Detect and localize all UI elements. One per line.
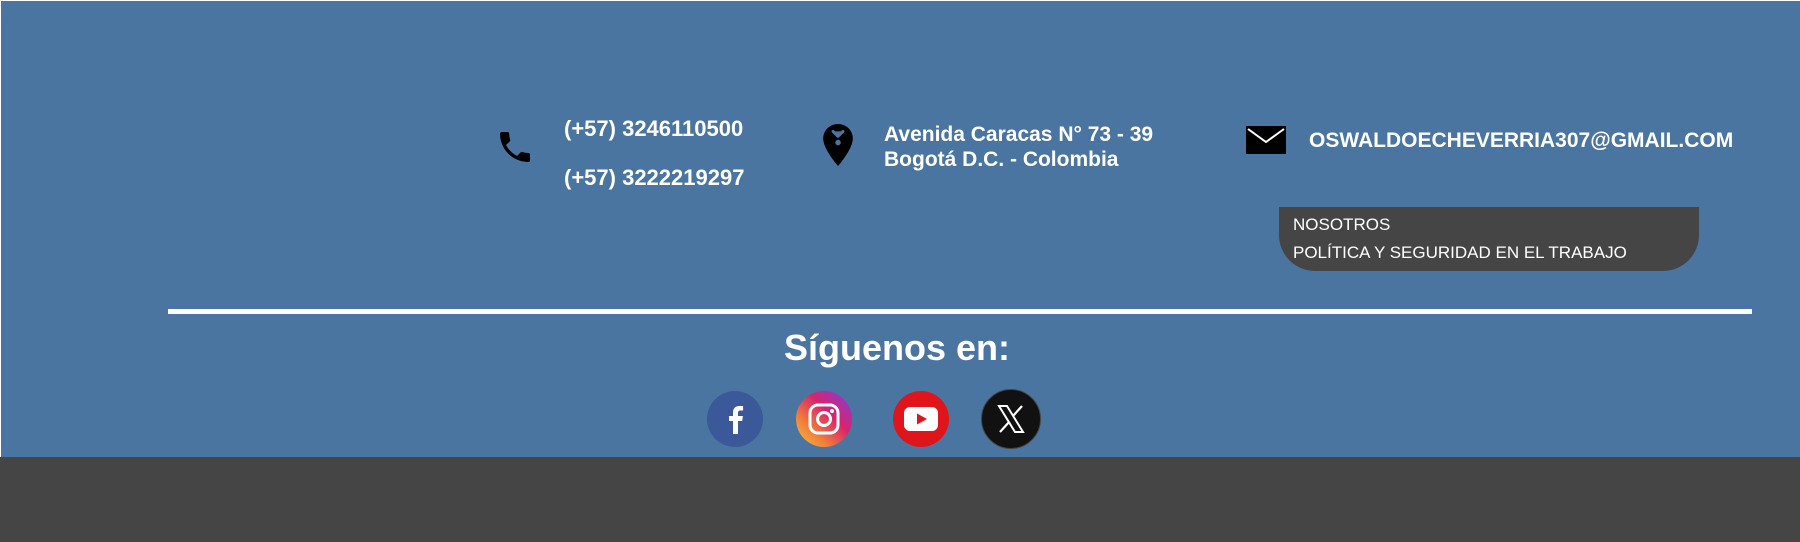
follow-heading-text: Síguenos en: [783,327,1011,368]
footer-menu: NOSOTROS POLÍTICA Y SEGURIDAD EN EL TRAB… [1279,207,1699,271]
youtube-button[interactable] [893,391,949,447]
footer-bottom-bar [0,457,1800,542]
phone-number-1[interactable]: (+57) 3246110500 [564,116,743,142]
address-line-1: Avenida Caracas N° 73 - 39 [884,123,1154,146]
email-address[interactable]: OSWALDOECHEVERRIA307@GMAIL.COM [1309,129,1733,153]
footer-main: (+57) 3246110500 (+57) 3222219297 Avenid… [1,1,1800,457]
instagram-button[interactable] [796,391,852,447]
phone-icon [500,132,530,162]
facebook-icon [729,406,744,434]
follow-heading: Síguenos en: [1,327,1800,369]
x-icon [997,405,1025,433]
site-footer: (+57) 3246110500 (+57) 3222219297 Avenid… [0,0,1800,542]
menu-item-nosotros[interactable]: NOSOTROS [1293,215,1390,235]
phone-number-2[interactable]: (+57) 3222219297 [564,165,744,191]
email-icon [1246,126,1286,154]
menu-item-politica-seguridad[interactable]: POLÍTICA Y SEGURIDAD EN EL TRABAJO [1293,243,1627,263]
instagram-icon [808,403,840,435]
address-line-2: Bogotá D.C. - Colombia [884,148,1119,171]
x-button[interactable] [981,389,1041,449]
facebook-button[interactable] [707,391,763,447]
location-pin-icon [823,124,853,166]
footer-divider [168,309,1752,314]
youtube-icon [904,407,938,431]
